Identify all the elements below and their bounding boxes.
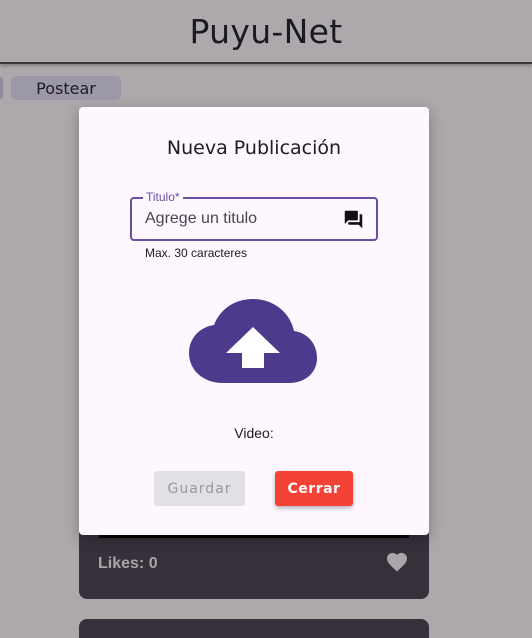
likes-count: Likes: 0 (98, 555, 158, 572)
app-title: Puyu-Net (189, 11, 343, 51)
app-bar: Puyu-Net (0, 0, 532, 64)
title-input[interactable] (145, 207, 335, 231)
chat-icon (344, 210, 363, 229)
title-field[interactable]: Titulo* (130, 190, 378, 241)
title-helper-text: Max. 30 caracteres (145, 246, 248, 260)
close-button[interactable]: Cerrar (275, 471, 353, 506)
drawer-edge[interactable] (0, 77, 3, 99)
post-card-next (79, 619, 429, 638)
post-button[interactable]: Postear (11, 76, 121, 100)
dialog-title: Nueva Publicación (166, 137, 342, 159)
video-label: Video: (234, 425, 274, 441)
save-button[interactable]: Guardar (154, 471, 245, 506)
cloud-upload-icon[interactable] (189, 297, 319, 385)
title-field-label: Titulo* (143, 190, 183, 204)
heart-icon[interactable] (386, 552, 408, 572)
new-post-dialog: Nueva Publicación Titulo* Max. 30 caract… (79, 107, 429, 535)
